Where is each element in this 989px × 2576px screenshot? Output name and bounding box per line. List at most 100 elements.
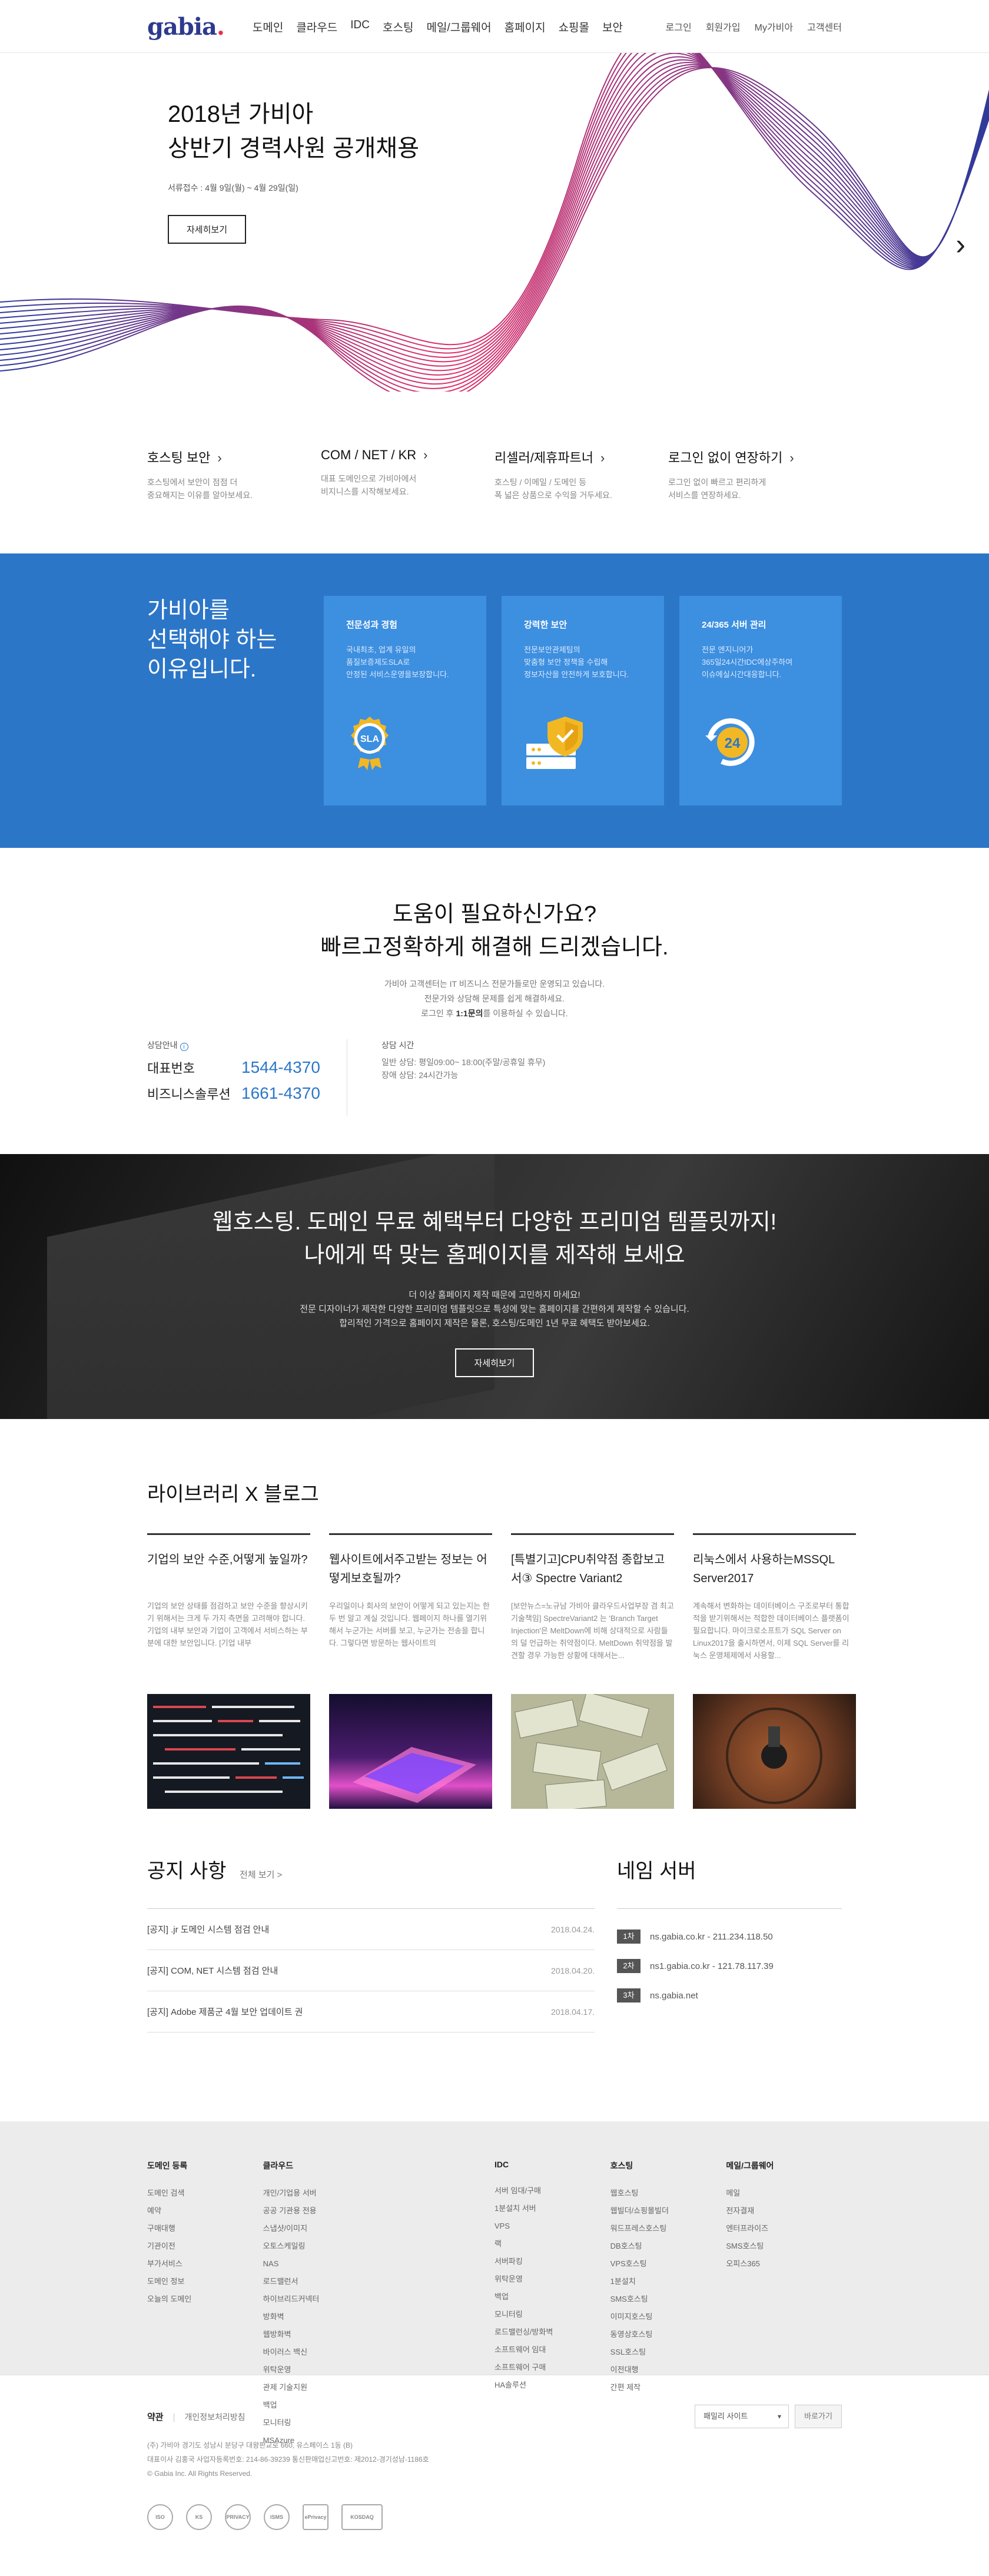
notice-row[interactable]: [공지] COM, NET 시스템 점검 안내 2018.04.20. (147, 1950, 595, 1991)
quick-link-hosting-security[interactable]: 호스팅 보안 › 호스팅에서 보안이 점점 더 중요해지는 이유를 알아보세요. (147, 447, 321, 502)
banner-detail-button[interactable]: 자세히보기 (455, 1348, 534, 1377)
footer-link[interactable]: 구매대행 (147, 2220, 263, 2237)
family-site-select[interactable]: 패밀리 사이트 (695, 2405, 789, 2428)
footer-link[interactable]: 도메인 정보 (147, 2273, 263, 2290)
footer-link[interactable]: 방화벽 (263, 2308, 381, 2326)
footer-link[interactable]: 로드밸런싱/방화벽 (494, 2323, 610, 2341)
post-excerpt: 기업의 보안 상태를 점검하고 보안 수준을 향상시키기 위해서는 크게 두 가… (147, 1602, 308, 1647)
footer-link[interactable]: VPS (494, 2217, 610, 2235)
nav-item-idc[interactable]: IDC (350, 19, 370, 35)
footer-link[interactable]: 전자결재 (726, 2202, 842, 2220)
footer-link[interactable]: SMS호스팅 (726, 2237, 842, 2255)
quick-link-renew[interactable]: 로그인 없이 연장하기 › 로그인 없이 빠르고 편리하게 서비스를 연장하세요. (668, 447, 842, 502)
quick-link-title: 리셀러/제휴파트너 (494, 450, 594, 465)
nav-item-security[interactable]: 보안 (602, 19, 623, 35)
blog-post[interactable]: 기업의 보안 수준,어떻게 높일까? 기업의 보안 상태를 점검하고 보안 수준… (147, 1533, 310, 1809)
footer-link[interactable]: 도메인 검색 (147, 2184, 263, 2202)
footer-link[interactable]: 랙 (494, 2235, 610, 2253)
customer-center-link[interactable]: 고객센터 (807, 19, 842, 34)
blog-post[interactable]: 웹사이트에서주고받는 정보는 어떻게보호될까? 우리일이나 회사의 보안이 어떻… (329, 1533, 492, 1809)
utility-nav: 로그인 회원가입 My가비아 고객센터 (666, 19, 842, 34)
card-desc: 전문보안관제팀의 맞춤형 보안 정책을 수립해 정보자산을 안전하게 보호합니다. (524, 645, 629, 679)
library-title: 라이브러리 X 블로그 (147, 1483, 319, 1506)
footer-link[interactable]: 부가서비스 (147, 2255, 263, 2273)
notice-row[interactable]: [공지] Adobe 제품군 4월 보안 업데이트 권 2018.04.17. (147, 1991, 595, 2033)
footer-link[interactable]: 스냅샷/이미지 (263, 2220, 381, 2237)
card-desc: 전문 엔지니어가 365일24시간IDC에상주하여 이슈에실시간대응합니다. (702, 645, 793, 679)
family-site-go-button[interactable]: 바로가기 (795, 2405, 842, 2428)
card-title: 24/365 서버 관리 (702, 620, 766, 630)
footer-link[interactable]: 메일 (726, 2184, 842, 2202)
slide-next-icon[interactable]: › (955, 230, 965, 259)
nav-item-shop[interactable]: 쇼핑몰 (559, 19, 589, 35)
footer-link[interactable]: 서버 임대/구매 (494, 2182, 610, 2200)
footer-link[interactable]: 오토스케일링 (263, 2237, 381, 2255)
footer-link[interactable]: 1분설치 (610, 2273, 726, 2290)
terms-link[interactable]: 약관 (147, 2412, 164, 2422)
footer-link[interactable]: 개인/기업용 서버 (263, 2184, 381, 2202)
footer-link[interactable]: SSL호스팅 (610, 2343, 726, 2361)
nav-item-homepage[interactable]: 홈페이지 (505, 19, 546, 35)
hero-detail-button[interactable]: 자세히보기 (168, 215, 247, 244)
footer-link[interactable]: 웹방화벽 (263, 2326, 381, 2343)
footer-link[interactable]: 바이러스 백신 (263, 2343, 381, 2361)
info-icon[interactable]: i (180, 1043, 188, 1051)
footer-link[interactable]: 엔터프라이즈 (726, 2220, 842, 2237)
notice-more-link[interactable]: 전체 보기 > (240, 1870, 282, 1880)
footer-link[interactable]: 예약 (147, 2202, 263, 2220)
hero-wave-graphic (0, 53, 989, 392)
hero-banner: 2018년 가비아 상반기 경력사원 공개채용 서류접수 : 4월 9일(월) ~… (0, 53, 989, 392)
footer-link[interactable]: 로드밸런서 (263, 2273, 381, 2290)
footer-link[interactable]: SMS호스팅 (610, 2290, 726, 2308)
banner-desc: 더 이상 홈페이지 제작 때문에 고민하지 마세요! 전문 디자이너가 제작한 다… (300, 1290, 689, 1328)
footer-link[interactable]: 기관이전 (147, 2237, 263, 2255)
nav-item-cloud[interactable]: 클라우드 (296, 19, 337, 35)
post-excerpt: 계속해서 변화하는 데이터베이스 구조로부터 통합적을 받기위해서는 적합한 데… (693, 1602, 849, 1660)
mygabia-link[interactable]: My가비아 (755, 19, 794, 34)
footer-link[interactable]: 1분설치 서버 (494, 2200, 610, 2217)
blog-post[interactable]: 리눅스에서 사용하는MSSQL Server2017 계속해서 변화하는 데이터… (693, 1533, 856, 1809)
footer-link[interactable]: 하이브리드커넥터 (263, 2290, 381, 2308)
footer-link[interactable]: 백업 (494, 2288, 610, 2306)
footer-link[interactable]: DB호스팅 (610, 2237, 726, 2255)
quick-link-reseller[interactable]: 리셀러/제휴파트너 › 호스팅 / 이메일 / 도메인 등폭 넓은 상품으로 수익… (494, 447, 668, 502)
gabia-logo[interactable]: gabia. (147, 13, 225, 41)
nav-item-mail[interactable]: 메일/그룹웨어 (426, 19, 491, 35)
login-link[interactable]: 로그인 (666, 19, 692, 34)
nav-item-hosting[interactable]: 호스팅 (383, 19, 413, 35)
footer-link[interactable]: 워드프레스호스팅 (610, 2220, 726, 2237)
quick-link-title: COM / NET / KR (321, 447, 417, 462)
footer-link[interactable]: 위탁운영 (494, 2270, 610, 2288)
quick-link-domain[interactable]: COM / NET / KR › 대표 도메인으로 가비아에서 비지니스를 시작해보… (321, 447, 494, 502)
footer-link[interactable]: 소프트웨어 임대 (494, 2341, 610, 2359)
privacy-link[interactable]: 개인정보처리방침 (185, 2412, 245, 2422)
footer-link[interactable]: 웹빌더/쇼핑몰빌더 (610, 2202, 726, 2220)
footer-link[interactable]: NAS (263, 2255, 381, 2273)
why-gabia-section: 가비아를 선택해야 하는 이유입니다. 전문성과 경험 국내최초, 업계 유일의 품질… (0, 553, 989, 848)
notice-row[interactable]: [공지] .jr 도메인 시스템 점검 안내 2018.04.24. (147, 1909, 595, 1950)
chevron-right-icon: › (217, 450, 222, 465)
footer-link[interactable]: 오늘의 도메인 (147, 2290, 263, 2308)
library-blog-section: 라이브러리 X 블로그 기업의 보안 수준,어떻게 높일까? 기업의 보안 상태… (0, 1419, 989, 1831)
phone-number[interactable]: 1661-4370 (241, 1084, 320, 1103)
footer-link[interactable]: 공공 기관용 전용 (263, 2202, 381, 2220)
footer-link[interactable]: VPS호스팅 (610, 2255, 726, 2273)
why-card-security: 강력한 보안 전문보안관제팀의 맞춤형 보안 정책을 수립해 정보자산을 안전하게 … (502, 596, 664, 805)
signup-link[interactable]: 회원가입 (706, 19, 741, 34)
footer-link[interactable]: 동영상호스팅 (610, 2326, 726, 2343)
footer-link[interactable]: 모니터링 (494, 2306, 610, 2323)
nav-item-domain[interactable]: 도메인 (253, 19, 283, 35)
quick-link-title: 로그인 없이 연장하기 (668, 450, 783, 465)
footer-link[interactable]: 서버파킹 (494, 2253, 610, 2270)
phone-number[interactable]: 1544-4370 (241, 1058, 320, 1077)
blog-post[interactable]: [특별기고]CPU취약점 종합보고서③ Spectre Variant2 [보안… (511, 1533, 674, 1809)
help-desc: 가비아 고객센터는 IT 비즈니스 전문가들로만 운영되고 있습니다. 전문가와… (384, 979, 605, 1018)
hero-title: 2018년 가비아 상반기 경력사원 공개채용 (168, 101, 420, 161)
homepage-promo-banner: 웹호스팅. 도메인 무료 혜택부터 다양한 프리미엄 템플릿까지! 나에게 딱 맞… (0, 1154, 989, 1419)
footer-link[interactable]: 이미지호스팅 (610, 2308, 726, 2326)
footer-link[interactable]: 소프트웨어 구매 (494, 2359, 610, 2376)
post-excerpt: 우리일이나 회사의 보안이 어떻게 되고 있는지는 한두 번 알고 계실 것입니… (329, 1602, 490, 1647)
footer-link[interactable]: 웹호스팅 (610, 2184, 726, 2202)
footer-link[interactable]: 오피스365 (726, 2255, 842, 2273)
quick-links: 호스팅 보안 › 호스팅에서 보안이 점점 더 중요해지는 이유를 알아보세요. C… (0, 392, 989, 553)
